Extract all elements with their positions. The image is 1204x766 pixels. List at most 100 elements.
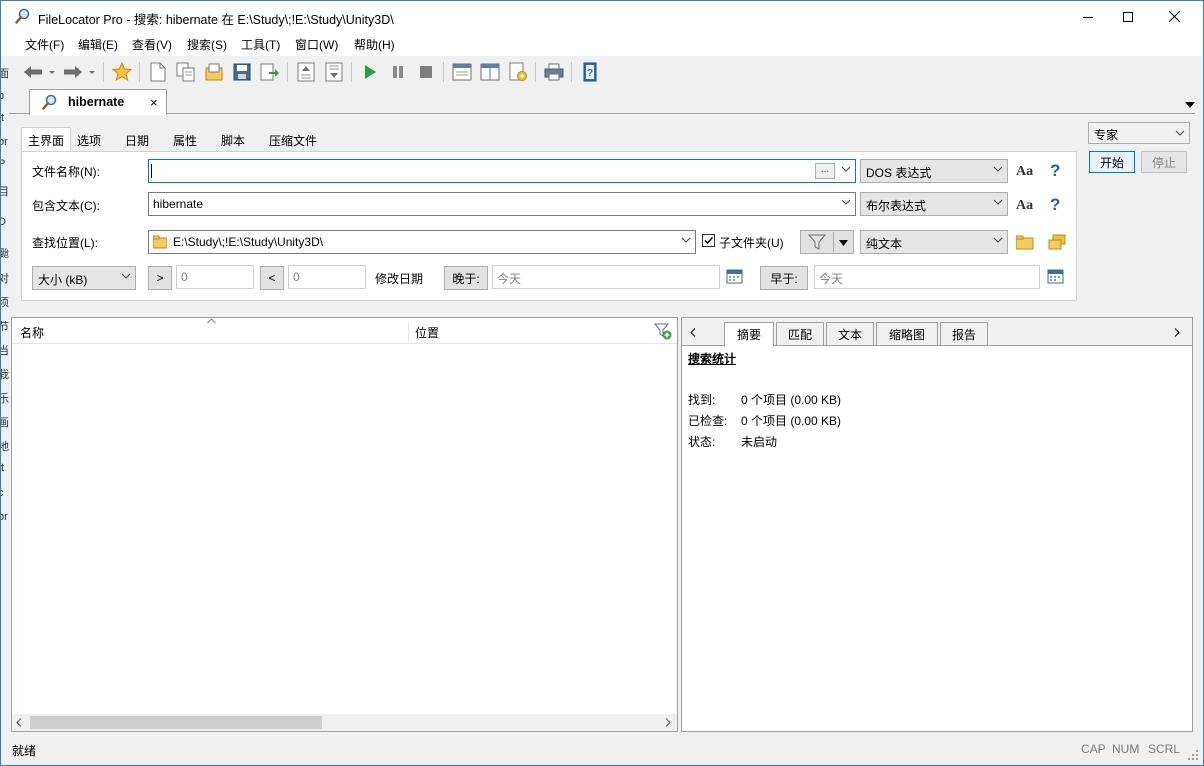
start-search-button[interactable] bbox=[359, 61, 381, 83]
resize-grip-icon[interactable] bbox=[1187, 749, 1199, 761]
tab-thumbnails[interactable]: 缩略图 bbox=[876, 322, 938, 346]
tab-text[interactable]: 文本 bbox=[826, 322, 874, 346]
maximize-button[interactable] bbox=[1105, 1, 1151, 32]
tab-list-dropdown-icon[interactable] bbox=[1185, 97, 1195, 111]
tab-matches[interactable]: 匹配 bbox=[776, 322, 824, 346]
options-button[interactable] bbox=[507, 61, 529, 83]
split-view-button[interactable] bbox=[479, 61, 501, 83]
contains-text-input[interactable]: hibernate bbox=[148, 192, 856, 216]
open-button[interactable] bbox=[203, 61, 225, 83]
scroll-right-icon[interactable] bbox=[665, 718, 671, 727]
split-layout-icon bbox=[480, 63, 500, 81]
tab-options[interactable]: 选项 bbox=[77, 129, 101, 151]
before-date-button[interactable]: 早于: bbox=[760, 266, 808, 290]
close-window-button[interactable] bbox=[1151, 1, 1197, 32]
column-name[interactable]: 名称 bbox=[20, 324, 44, 341]
add-filter-icon[interactable] bbox=[654, 322, 672, 340]
edge-char: 栽 bbox=[1, 369, 9, 381]
forward-button[interactable] bbox=[61, 61, 97, 83]
copy-search-button[interactable] bbox=[175, 61, 197, 83]
menu-tools[interactable]: 工具(T) bbox=[241, 36, 280, 53]
stop-search-button[interactable] bbox=[415, 61, 437, 83]
stop-button[interactable]: 停止 bbox=[1141, 151, 1187, 173]
page-setup-button[interactable] bbox=[295, 61, 317, 83]
page-preview-button[interactable] bbox=[323, 61, 345, 83]
tab-summary[interactable]: 摘要 bbox=[724, 322, 774, 347]
chevron-down-icon[interactable] bbox=[841, 197, 851, 207]
before-date-input[interactable]: 今天 bbox=[814, 265, 1040, 289]
filename-case-button[interactable]: Aa bbox=[1016, 164, 1033, 180]
after-date-input[interactable]: 今天 bbox=[492, 265, 720, 289]
filename-mode-select[interactable]: DOS 表达式 bbox=[860, 159, 1008, 183]
menu-edit[interactable]: 编辑(E) bbox=[78, 36, 118, 53]
filename-browse-button[interactable]: ... bbox=[815, 163, 835, 179]
multi-folder-icon[interactable] bbox=[1048, 234, 1066, 253]
tab-date[interactable]: 日期 bbox=[125, 129, 149, 151]
menu-window[interactable]: 窗口(W) bbox=[295, 36, 338, 53]
menu-search[interactable]: 搜索(S) bbox=[187, 36, 227, 53]
start-button[interactable]: 开始 bbox=[1089, 151, 1135, 173]
save-button[interactable] bbox=[231, 61, 253, 83]
calendar-icon[interactable] bbox=[726, 268, 743, 287]
size-unit-select[interactable]: 大小 (kB) bbox=[32, 266, 136, 290]
edge-char: 颱 bbox=[1, 248, 9, 260]
content-type-select[interactable]: 纯文本 bbox=[860, 230, 1008, 254]
print-button[interactable] bbox=[543, 61, 565, 83]
scrollbar-thumb[interactable] bbox=[30, 716, 322, 729]
menu-view[interactable]: 查看(V) bbox=[132, 36, 172, 53]
mode-select[interactable]: 专家 bbox=[1088, 122, 1190, 144]
edge-char: 当 bbox=[1, 345, 9, 357]
calendar-icon[interactable] bbox=[1047, 268, 1064, 287]
filter-button[interactable] bbox=[800, 230, 854, 254]
checkmark-icon bbox=[704, 237, 714, 245]
edge-char: ft bbox=[1, 462, 5, 474]
after-date-button[interactable]: 晚于: bbox=[444, 266, 488, 290]
size-max-input[interactable]: 0 bbox=[288, 265, 366, 289]
tab-main[interactable]: 主界面 bbox=[21, 127, 71, 153]
size-min-input[interactable]: 0 bbox=[176, 265, 254, 289]
scroll-left-icon[interactable] bbox=[16, 718, 22, 727]
tab-script[interactable]: 脚本 bbox=[221, 129, 245, 151]
search-tab-hibernate[interactable]: hibernate × bbox=[29, 89, 167, 115]
contains-mode-select[interactable]: 布尔表达式 bbox=[860, 192, 1008, 216]
tab-scroll-left-icon[interactable] bbox=[690, 328, 696, 337]
menu-help[interactable]: 帮助(H) bbox=[354, 36, 395, 53]
chevron-down-icon[interactable] bbox=[841, 164, 851, 174]
chevron-down-icon[interactable] bbox=[681, 235, 691, 245]
back-button[interactable] bbox=[21, 61, 57, 83]
edge-char: ft bbox=[1, 112, 5, 124]
edge-char: D bbox=[1, 216, 6, 228]
title-bar: FileLocator Pro - 搜索: hibernate 在 E:\Stu… bbox=[1, 1, 1203, 32]
tab-close-button[interactable]: × bbox=[150, 95, 158, 110]
svg-text:?: ? bbox=[587, 68, 593, 79]
tab-archives[interactable]: 压缩文件 bbox=[269, 129, 317, 151]
pause-search-button[interactable] bbox=[387, 61, 409, 83]
tab-attributes[interactable]: 属性 bbox=[173, 129, 197, 151]
folder-icon bbox=[153, 235, 167, 249]
summary-tab-bar: 摘要 匹配 文本 缩略图 报告 bbox=[682, 318, 1192, 347]
tab-report[interactable]: 报告 bbox=[940, 322, 988, 346]
new-search-button[interactable] bbox=[147, 61, 169, 83]
results-list: 名称 位置 bbox=[11, 317, 678, 732]
favorites-button[interactable] bbox=[111, 61, 133, 83]
help-book-button[interactable]: ? bbox=[579, 61, 601, 83]
subfolders-label[interactable]: 子文件夹(U) bbox=[719, 234, 784, 251]
contains-case-button[interactable]: Aa bbox=[1016, 198, 1033, 214]
menu-bar: 文件(F) 编辑(E) 查看(V) 搜索(S) 工具(T) 窗口(W) 帮助(H… bbox=[1, 32, 1203, 56]
greater-than-button[interactable]: > bbox=[148, 266, 172, 290]
menu-file[interactable]: 文件(F) bbox=[25, 36, 64, 53]
close-icon bbox=[1168, 11, 1180, 22]
filename-input[interactable]: ... bbox=[148, 159, 856, 183]
less-than-button[interactable]: < bbox=[260, 266, 284, 290]
lookin-input[interactable]: E:\Study\;!E:\Study\Unity3D\ bbox=[148, 230, 696, 254]
contains-help-icon[interactable]: ? bbox=[1050, 195, 1060, 215]
subfolders-checkbox[interactable] bbox=[702, 234, 715, 247]
column-location[interactable]: 位置 bbox=[415, 324, 439, 341]
view-layout-button[interactable] bbox=[451, 61, 473, 83]
edge-char: P bbox=[1, 158, 6, 170]
filename-help-icon[interactable]: ? bbox=[1050, 161, 1060, 181]
export-button[interactable] bbox=[259, 61, 281, 83]
browse-folder-icon[interactable] bbox=[1015, 235, 1034, 253]
tab-scroll-right-icon[interactable] bbox=[1174, 328, 1180, 337]
horizontal-scrollbar[interactable] bbox=[12, 714, 677, 731]
